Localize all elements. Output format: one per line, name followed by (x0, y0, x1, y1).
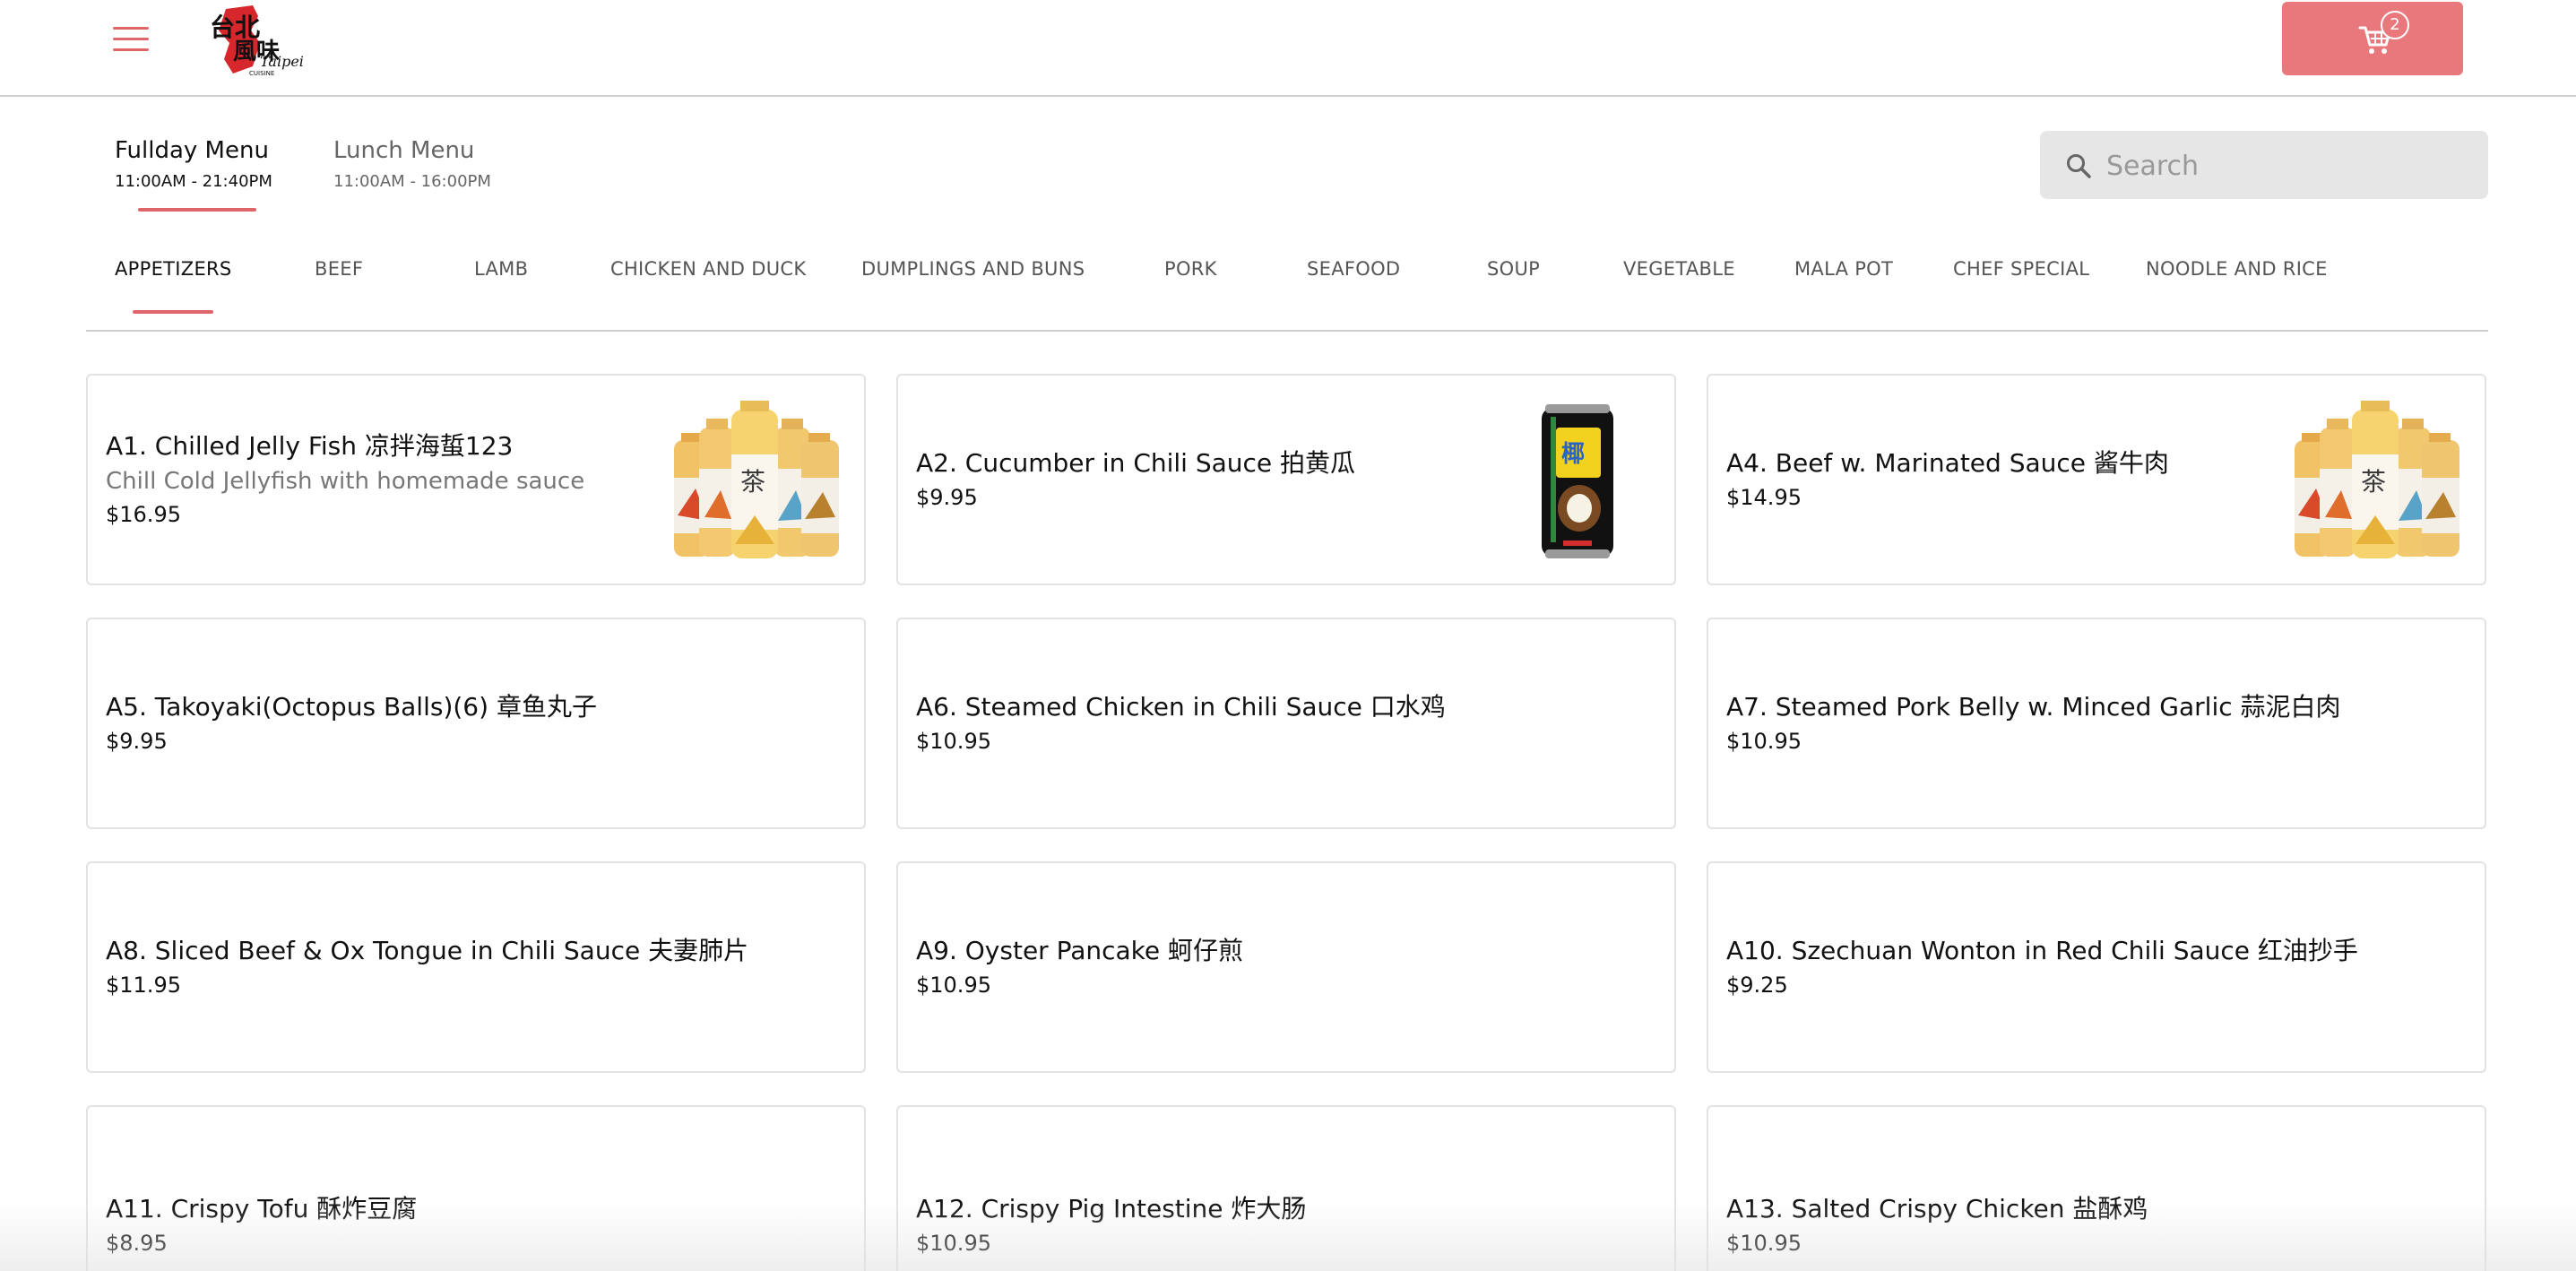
item-title: A12. Crispy Pig Intestine 炸大肠 (916, 1194, 1307, 1223)
tea-bottles-image: 茶 (2295, 401, 2459, 558)
svg-text:茶: 茶 (2361, 467, 2386, 497)
lunch-menu-title: Lunch Menu (333, 137, 475, 164)
item-title: A4. Beef w. Marinated Sauce 酱牛肉 (1726, 448, 2169, 478)
item-price: $16.95 (106, 502, 181, 527)
tea-bottles-image: 茶 (674, 401, 839, 558)
item-title: A6. Steamed Chicken in Chili Sauce 口水鸡 (916, 692, 1446, 722)
category-bar: APPETIZERS BEEF LAMB CHICKEN AND DUCK DU… (86, 228, 2488, 332)
item-price: $10.95 (1726, 1231, 1802, 1256)
svg-text:椰: 椰 (1561, 441, 1585, 468)
cart-count-badge: 2 (2381, 11, 2409, 39)
menu-item-card[interactable]: A12. Crispy Pig Intestine 炸大肠 $10.95 (896, 1105, 1676, 1271)
category-soup[interactable]: SOUP (1487, 258, 1540, 280)
search-input[interactable] (2105, 143, 2476, 188)
top-bar: 台北 風味 Taipei CUISINE 2 (0, 0, 2576, 97)
item-price: $10.95 (916, 973, 991, 998)
category-pork[interactable]: PORK (1164, 258, 1217, 280)
menu-item-card[interactable]: A4. Beef w. Marinated Sauce 酱牛肉 $14.95 茶 (1707, 374, 2486, 585)
item-title: A1. Chilled Jelly Fish 凉拌海蜇123 (106, 431, 514, 461)
item-title: A8. Sliced Beef & Ox Tongue in Chili Sau… (106, 936, 749, 965)
category-chef-special[interactable]: CHEF SPECIAL (1953, 258, 2089, 280)
lunch-menu-hours: 11:00AM - 16:00PM (333, 172, 491, 191)
item-price: $10.95 (1726, 729, 1802, 754)
search-icon (2067, 154, 2091, 178)
menu-item-card[interactable]: A5. Takoyaki(Octopus Balls)(6) 章鱼丸子 $9.9… (86, 618, 866, 829)
category-mala-pot[interactable]: MALA POT (1794, 258, 1893, 280)
category-dumplings-and-buns[interactable]: DUMPLINGS AND BUNS (861, 258, 1085, 280)
menu-item-card[interactable]: A7. Steamed Pork Belly w. Minced Garlic … (1707, 618, 2486, 829)
menu-item-card[interactable]: A13. Salted Crispy Chicken 盐酥鸡 $10.95 (1707, 1105, 2486, 1271)
item-price: $9.95 (916, 485, 978, 510)
item-title: A11. Crispy Tofu 酥炸豆腐 (106, 1194, 418, 1223)
category-noodle-and-rice[interactable]: NOODLE AND RICE (2146, 258, 2328, 280)
menu-item-card[interactable]: A8. Sliced Beef & Ox Tongue in Chili Sau… (86, 861, 866, 1073)
svg-text:CUISINE: CUISINE (249, 70, 274, 77)
tab-fullday-menu[interactable]: Fullday Menu 11:00AM - 21:40PM (115, 134, 272, 212)
category-seafood[interactable]: SEAFOOD (1307, 258, 1400, 280)
svg-text:茶: 茶 (740, 467, 765, 497)
fullday-menu-title: Fullday Menu (115, 137, 269, 164)
tab-lunch-menu[interactable]: Lunch Menu 11:00AM - 16:00PM (333, 134, 491, 194)
item-title: A13. Salted Crispy Chicken 盐酥鸡 (1726, 1194, 2148, 1223)
item-price: $9.25 (1726, 973, 1788, 998)
item-price: $14.95 (1726, 485, 1802, 510)
category-appetizers[interactable]: APPETIZERS (115, 258, 232, 280)
menu-item-card[interactable]: A9. Oyster Pancake 蚵仔煎 $10.95 (896, 861, 1676, 1073)
item-price: $8.95 (106, 1231, 168, 1256)
search-box[interactable] (2040, 131, 2488, 199)
menu-item-card[interactable]: A10. Szechuan Wonton in Red Chili Sauce … (1707, 861, 2486, 1073)
category-beef[interactable]: BEEF (315, 258, 363, 280)
item-price: $9.95 (106, 729, 168, 754)
item-description: Chill Cold Jellyfish with homemade sauce (106, 468, 585, 495)
item-title: A9. Oyster Pancake 蚵仔煎 (916, 936, 1244, 965)
item-title: A2. Cucumber in Chili Sauce 拍黄瓜 (916, 448, 1356, 478)
category-lamb[interactable]: LAMB (474, 258, 528, 280)
menu-item-card[interactable]: A11. Crispy Tofu 酥炸豆腐 $8.95 (86, 1105, 866, 1271)
active-menu-underline (138, 208, 256, 212)
cart-button[interactable]: 2 (2282, 2, 2463, 75)
svg-text:Taipei: Taipei (260, 53, 304, 70)
hamburger-menu-icon[interactable] (113, 27, 149, 52)
item-price: $10.95 (916, 1231, 991, 1256)
item-price: $11.95 (106, 973, 181, 998)
item-price: $10.95 (916, 729, 991, 754)
category-vegetable[interactable]: VEGETABLE (1623, 258, 1735, 280)
item-title: A5. Takoyaki(Octopus Balls)(6) 章鱼丸子 (106, 692, 597, 722)
coconut-can-image: 椰 (1542, 404, 1613, 558)
fullday-menu-hours: 11:00AM - 21:40PM (115, 172, 272, 191)
restaurant-logo[interactable]: 台北 風味 Taipei CUISINE (206, 4, 314, 77)
menu-item-card[interactable]: A1. Chilled Jelly Fish 凉拌海蜇123 Chill Col… (86, 374, 866, 585)
item-title: A7. Steamed Pork Belly w. Minced Garlic … (1726, 692, 2341, 722)
category-chicken-and-duck[interactable]: CHICKEN AND DUCK (610, 258, 806, 280)
item-title: A10. Szechuan Wonton in Red Chili Sauce … (1726, 936, 2358, 965)
menu-item-card[interactable]: A6. Steamed Chicken in Chili Sauce 口水鸡 $… (896, 618, 1676, 829)
logo-graphic: 台北 風味 Taipei CUISINE (210, 5, 304, 77)
active-category-underline (133, 310, 213, 314)
menu-item-card[interactable]: A2. Cucumber in Chili Sauce 拍黄瓜 $9.95 椰 (896, 374, 1676, 585)
